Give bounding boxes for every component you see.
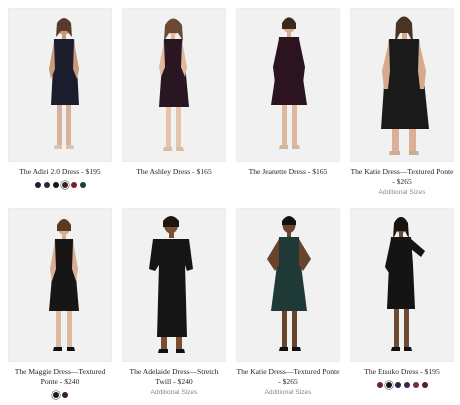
model-photo	[49, 18, 79, 149]
product-card[interactable]: The Adelaide Dress—Stretch Twill - $240 …	[122, 208, 226, 396]
product-card[interactable]: The Ashley Dress - $165	[122, 8, 226, 177]
product-card[interactable]: The Adiri 2.0 Dress - $195	[8, 8, 112, 188]
product-name[interactable]: The Ashley Dress - $165	[122, 167, 226, 177]
additional-sizes-link[interactable]: Additional Sizes	[122, 389, 226, 396]
product-image[interactable]	[350, 8, 454, 162]
additional-sizes-link[interactable]: Additional Sizes	[236, 389, 340, 396]
color-swatch[interactable]	[61, 392, 68, 398]
color-swatches	[8, 392, 112, 398]
product-name[interactable]: The Etsuko Dress - $195	[350, 367, 454, 377]
color-swatch[interactable]	[385, 382, 392, 388]
color-swatch[interactable]	[43, 182, 50, 188]
product-card[interactable]: The Maggie Dress—Textured Ponte - $240	[8, 208, 112, 398]
color-swatches	[8, 182, 112, 188]
model-photo	[267, 216, 311, 351]
product-card[interactable]: The Jeanette Dress - $165	[236, 8, 340, 177]
product-card[interactable]: The Katie Dress—Textured Ponte - $265 Ad…	[350, 8, 454, 196]
product-image[interactable]	[8, 208, 112, 362]
color-swatch[interactable]	[52, 392, 59, 398]
color-swatch[interactable]	[412, 382, 419, 388]
color-swatch[interactable]	[61, 182, 68, 188]
product-name[interactable]: The Jeanette Dress - $165	[236, 167, 340, 177]
color-swatch[interactable]	[403, 382, 410, 388]
product-name[interactable]: The Katie Dress—Textured Ponte - $265	[350, 167, 454, 187]
product-image[interactable]	[350, 208, 454, 362]
color-swatch[interactable]	[376, 382, 383, 388]
model-photo	[149, 216, 193, 353]
model-photo	[159, 18, 189, 151]
product-card[interactable]: The Katie Dress—Textured Ponte - $265 Ad…	[236, 208, 340, 396]
additional-sizes-link[interactable]: Additional Sizes	[350, 189, 454, 196]
product-grid: The Adiri 2.0 Dress - $195 The Ashley Dr…	[0, 0, 460, 405]
color-swatch[interactable]	[394, 382, 401, 388]
model-photo	[385, 217, 425, 351]
product-image[interactable]	[122, 208, 226, 362]
product-image[interactable]	[236, 8, 340, 162]
color-swatch[interactable]	[421, 382, 428, 388]
color-swatch[interactable]	[52, 182, 59, 188]
color-swatches	[350, 382, 454, 388]
product-name[interactable]: The Adiri 2.0 Dress - $195	[8, 167, 112, 177]
color-swatch[interactable]	[70, 182, 77, 188]
product-card[interactable]: The Etsuko Dress - $195	[350, 208, 454, 388]
color-swatch[interactable]	[79, 182, 86, 188]
color-swatch[interactable]	[34, 182, 41, 188]
model-photo	[271, 17, 307, 149]
product-name[interactable]: The Katie Dress—Textured Ponte - $265	[236, 367, 340, 387]
product-image[interactable]	[8, 8, 112, 162]
model-photo	[381, 16, 429, 155]
product-image[interactable]	[236, 208, 340, 362]
product-image[interactable]	[122, 8, 226, 162]
product-name[interactable]: The Adelaide Dress—Stretch Twill - $240	[122, 367, 226, 387]
product-name[interactable]: The Maggie Dress—Textured Ponte - $240	[8, 367, 112, 387]
model-photo	[49, 219, 79, 351]
